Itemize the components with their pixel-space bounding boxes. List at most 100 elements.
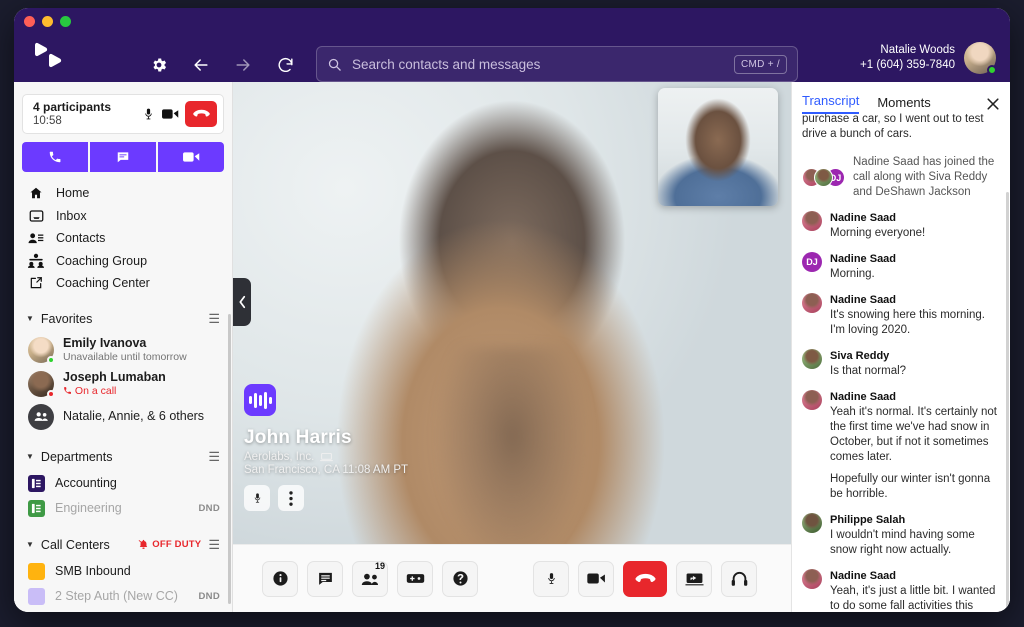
sidebar-scrollbar[interactable] xyxy=(228,314,231,604)
end-call-button[interactable] xyxy=(623,561,667,597)
favorite-contact[interactable]: Joseph Lumaban On a call xyxy=(14,367,232,401)
department-label: Engineering xyxy=(55,501,189,515)
user-name: Natalie Woods xyxy=(860,43,955,58)
call-center-item[interactable]: Billing Call Center DND xyxy=(14,609,232,613)
forward-arrow-icon[interactable] xyxy=(226,48,260,82)
laptop-icon xyxy=(320,452,333,462)
color-swatch xyxy=(28,588,45,605)
transcript-message: Nadine Saad Yeah, it's just a little bit… xyxy=(802,569,1000,612)
transcript-speaker: Nadine Saad xyxy=(830,390,1000,405)
favorites-header[interactable]: ▼ Favorites ☰ xyxy=(14,305,232,333)
mute-participant-button[interactable] xyxy=(244,485,270,511)
add-participant-button[interactable] xyxy=(397,561,433,597)
transcript-list[interactable]: purchase a car, so I went out to test dr… xyxy=(792,112,1010,612)
sidebar-item-contacts[interactable]: Contacts xyxy=(14,227,232,250)
reorder-handle-icon[interactable]: ☰ xyxy=(208,312,220,325)
settings-gear-icon[interactable] xyxy=(142,48,176,82)
call-chat-button[interactable] xyxy=(307,561,343,597)
call-center-item[interactable]: SMB Inbound xyxy=(14,559,232,584)
back-arrow-icon[interactable] xyxy=(184,48,218,82)
new-video-button[interactable] xyxy=(158,142,224,172)
inbox-icon xyxy=(28,209,44,223)
app-window: Search contacts and messages CMD + / Nat… xyxy=(14,8,1010,612)
transcript-message: Nadine Saad Morning everyone! xyxy=(802,211,1000,241)
sidebar-item-home[interactable]: Home xyxy=(14,182,232,205)
hangup-phone-icon[interactable] xyxy=(185,101,217,127)
participant-more-button[interactable] xyxy=(278,485,304,511)
self-video-preview[interactable] xyxy=(658,88,778,206)
maximize-window-button[interactable] xyxy=(60,16,71,27)
new-call-button[interactable] xyxy=(22,142,88,172)
avatar xyxy=(802,349,822,369)
call-center-label: 2 Step Auth (New CC) xyxy=(55,589,189,603)
tab-moments[interactable]: Moments xyxy=(877,95,930,114)
mute-button[interactable] xyxy=(533,561,569,597)
avatar[interactable] xyxy=(964,42,996,74)
close-window-button[interactable] xyxy=(24,16,35,27)
transcript-scrollbar[interactable] xyxy=(1006,192,1009,612)
avatar xyxy=(802,390,822,410)
call-center-item[interactable]: 2 Step Auth (New CC) DND xyxy=(14,584,232,609)
avatar xyxy=(28,371,54,397)
tab-transcript[interactable]: Transcript xyxy=(802,93,859,114)
transcript-message: Nadine Saad It's snowing here this morni… xyxy=(802,293,1000,338)
transcript-panel: Transcript Moments purchase a car, so I … xyxy=(791,82,1010,612)
call-centers-header[interactable]: ▼ Call Centers OFF DUTY ☰ xyxy=(14,531,232,559)
contacts-icon xyxy=(28,232,44,245)
transcript-system-message: DJ Nadine Saad has joined the call along… xyxy=(802,155,1000,200)
collapse-sidebar-button[interactable] xyxy=(233,278,251,326)
search-placeholder: Search contacts and messages xyxy=(352,57,724,72)
sidebar-item-coaching-center[interactable]: Coaching Center xyxy=(14,272,232,295)
active-call-card[interactable]: 4 participants 10:58 xyxy=(22,94,224,134)
contact-status: Unavailable until tomorrow xyxy=(63,351,187,364)
transcript-text: Yeah, it's just a little bit. I wanted t… xyxy=(830,584,1000,612)
coaching-center-icon xyxy=(28,276,44,290)
new-message-button[interactable] xyxy=(90,142,156,172)
current-user[interactable]: Natalie Woods +1 (604) 359-7840 xyxy=(860,42,996,74)
screen-share-button[interactable] xyxy=(676,561,712,597)
dnd-badge: DND xyxy=(199,591,220,602)
chevron-down-icon: ▼ xyxy=(26,540,34,549)
transcript-text: Is that normal? xyxy=(830,364,1000,379)
transcript-text: Hopefully our winter isn't gonna be horr… xyxy=(830,472,1000,502)
video-toggle-button[interactable] xyxy=(578,561,614,597)
call-duration: 10:58 xyxy=(33,114,137,128)
participant-info: John Harris Aerolabs, Inc. San Francisco… xyxy=(244,384,408,511)
close-icon[interactable] xyxy=(986,97,1000,111)
headset-button[interactable] xyxy=(721,561,757,597)
reorder-handle-icon[interactable]: ☰ xyxy=(208,538,220,551)
department-item[interactable]: Accounting xyxy=(14,471,232,496)
department-item[interactable]: Engineering DND xyxy=(14,496,232,521)
participant-company: Aerolabs, Inc. xyxy=(244,451,408,463)
departments-header[interactable]: ▼ Departments ☰ xyxy=(14,443,232,471)
department-icon xyxy=(28,475,45,492)
dialpad-logo xyxy=(32,42,66,68)
favorites-title: Favorites xyxy=(41,312,201,326)
participants-button[interactable]: 19 xyxy=(352,561,388,597)
search-input[interactable]: Search contacts and messages CMD + / xyxy=(316,46,798,82)
transcript-message: DJ Nadine Saad Morning. xyxy=(802,252,1000,282)
chevron-down-icon: ▼ xyxy=(26,452,34,461)
help-button[interactable] xyxy=(442,561,478,597)
avatar xyxy=(814,168,833,187)
call-info-button[interactable] xyxy=(262,561,298,597)
user-phone: +1 (604) 359-7840 xyxy=(860,58,955,73)
quick-action-bar xyxy=(22,142,224,172)
off-duty-badge[interactable]: OFF DUTY xyxy=(138,539,201,550)
favorite-group[interactable]: Natalie, Annie, & 6 others xyxy=(14,401,232,433)
microphone-icon[interactable] xyxy=(137,106,159,122)
transcript-speaker: Philippe Salah xyxy=(830,513,1000,528)
sidebar-item-inbox[interactable]: Inbox xyxy=(14,205,232,228)
app-body: 4 participants 10:58 xyxy=(14,82,1010,612)
sidebar-item-coaching-group[interactable]: Coaching Group xyxy=(14,250,232,273)
presence-dot xyxy=(987,65,997,75)
refresh-icon[interactable] xyxy=(268,48,302,82)
video-camera-icon[interactable] xyxy=(159,108,181,120)
minimize-window-button[interactable] xyxy=(42,16,53,27)
participant-actions xyxy=(244,485,408,511)
participant-company-label: Aerolabs, Inc. xyxy=(244,451,314,463)
favorite-contact[interactable]: Emily Ivanova Unavailable until tomorrow xyxy=(14,333,232,367)
reorder-handle-icon[interactable]: ☰ xyxy=(208,450,220,463)
avatar-initials: DJ xyxy=(802,252,822,272)
sidebar-item-label: Inbox xyxy=(56,209,87,223)
